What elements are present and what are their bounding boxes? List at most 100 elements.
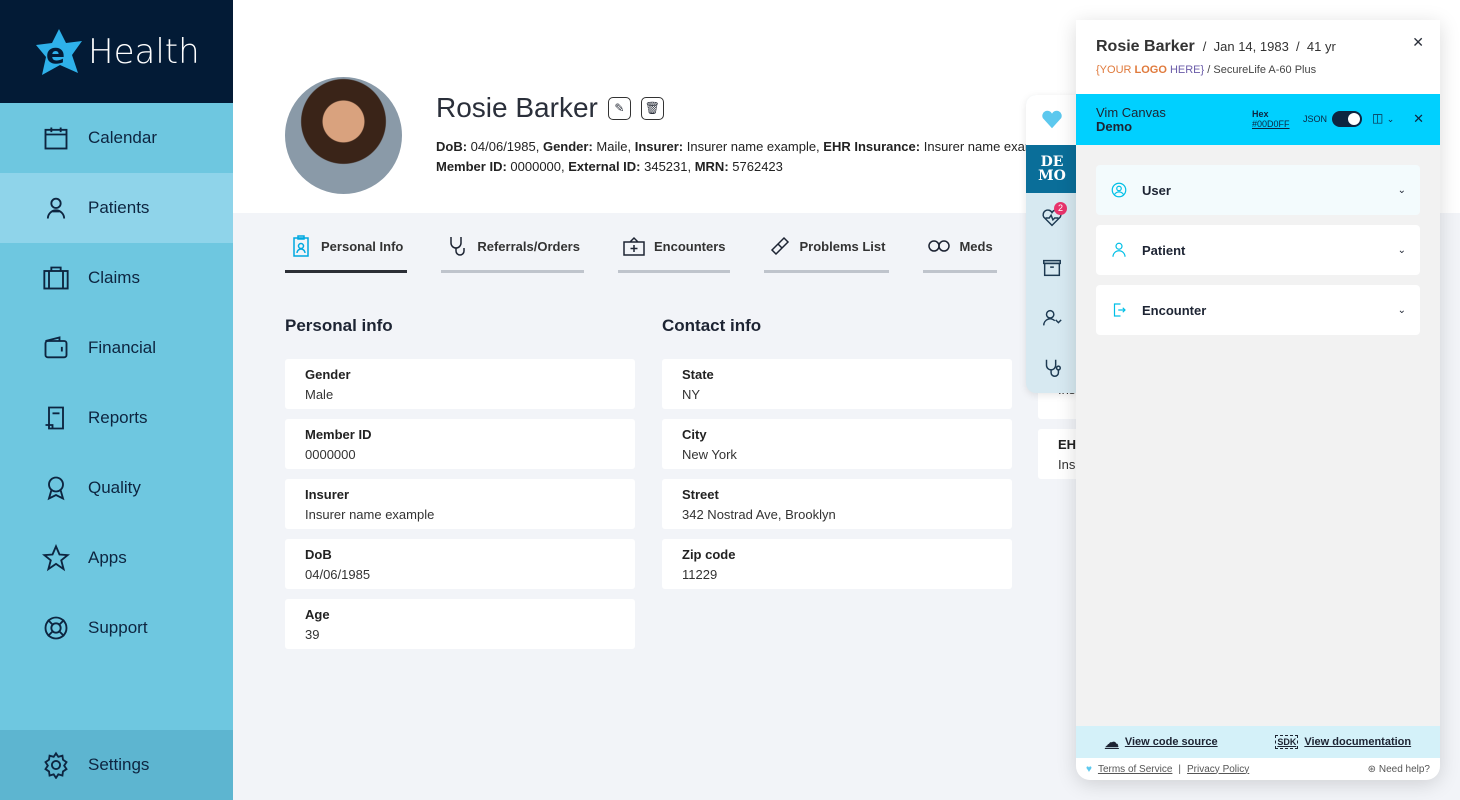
users-button[interactable]: [1026, 293, 1078, 343]
link-label: View documentation: [1304, 736, 1412, 748]
field-label: EH: [1058, 437, 1077, 452]
vim-canvas-panel: Rosie Barker / Jan 14, 1983 / 41 yr {YOU…: [1076, 20, 1440, 780]
heart-monitor-button[interactable]: 2: [1026, 193, 1078, 243]
field-value: 342 Nostrad Ave, Brooklyn: [682, 507, 836, 522]
lifebuoy-icon: [44, 616, 68, 640]
sidebar-item-label: Apps: [88, 548, 127, 567]
sidebar-item-label: Quality: [88, 478, 141, 497]
sidebar-item-patients[interactable]: Patients: [0, 173, 233, 243]
panel-footer: ♥ Terms of Service | Privacy Policy ⊛ Nee…: [1076, 758, 1440, 780]
sidebar-item-calendar[interactable]: Calendar: [0, 103, 233, 173]
field-value: Male: [305, 387, 334, 402]
sidebar-item-label: Support: [88, 618, 148, 637]
star-icon: [42, 544, 70, 572]
sidebar-item-quality[interactable]: Quality: [0, 453, 233, 523]
panel-age: 41 yr: [1306, 39, 1336, 54]
pills-icon: [928, 240, 951, 252]
meta-label: MRN:: [694, 159, 729, 174]
panel-plan: / SecureLife A-60 Plus: [1207, 64, 1317, 76]
meta-value: 04/06/1985,: [467, 139, 543, 154]
hex-value-link[interactable]: #00D0FF: [1252, 119, 1290, 129]
svg-text:e: e: [46, 37, 65, 70]
panel-patient-name: Rosie Barker: [1096, 38, 1195, 55]
field-label: Zip code: [682, 547, 736, 562]
field-label: City: [682, 427, 707, 442]
box-icon: [1043, 259, 1061, 277]
app-subtitle: Demo: [1096, 118, 1133, 134]
sidebar-item-support[interactable]: Support: [0, 593, 233, 663]
notification-badge: 2: [1054, 202, 1067, 215]
calendar-icon: [44, 127, 68, 150]
field-value: 0000000: [305, 447, 356, 462]
accordion-patient[interactable]: Patient ⌄: [1096, 225, 1420, 275]
tab-label: Referrals/Orders: [477, 238, 580, 254]
field-value: 39: [305, 627, 320, 642]
patient-avatar: [285, 77, 402, 194]
field-card: State NY: [662, 359, 1012, 409]
stethoscope-button[interactable]: [1026, 343, 1078, 393]
close-app-icon[interactable]: ✕: [1413, 111, 1424, 127]
sidebar-item-reports[interactable]: Reports: [0, 383, 233, 453]
chevron-down-icon: ⌄: [1397, 184, 1406, 196]
tab-referrals-orders[interactable]: Referrals/Orders: [441, 232, 584, 273]
patient-name-row: Rosie Barker ✎ 🗑: [436, 92, 664, 124]
meta-value: 345231,: [640, 159, 695, 174]
meta-value: 0000000,: [506, 159, 569, 174]
tab-encounters[interactable]: Encounters: [617, 232, 730, 273]
meta-value: 5762423: [728, 159, 783, 174]
tab-label: Meds: [959, 238, 993, 254]
field-card: Zip code 11229: [662, 539, 1012, 589]
view-documentation-link[interactable]: SDK View documentation: [1275, 735, 1411, 749]
need-help-link[interactable]: ⊛ Need help?: [1368, 764, 1430, 775]
privacy-link[interactable]: Privacy Policy: [1187, 764, 1249, 775]
tab-problems-list[interactable]: Problems List: [763, 232, 890, 273]
patient-meta: DoB: 04/06/1985, Gender: Maile, Insurer:…: [436, 137, 1026, 177]
tab-meds[interactable]: Meds: [923, 232, 997, 273]
close-icon[interactable]: ✕: [1412, 34, 1424, 51]
sidebar-item-label: Settings: [88, 755, 150, 774]
ehealth-logo[interactable]: e Health: [0, 0, 233, 103]
field-value: Insurer name example: [305, 507, 435, 522]
sidebar-item-claims[interactable]: Claims: [0, 243, 233, 313]
box-button[interactable]: [1026, 243, 1078, 293]
sidebar-item-label: Patients: [88, 198, 150, 217]
sidebar-item-settings[interactable]: Settings: [0, 730, 233, 800]
terms-link[interactable]: Terms of Service: [1098, 764, 1172, 775]
field-label: Member ID: [305, 427, 372, 442]
help-label: Need help?: [1378, 763, 1430, 775]
layout-dropdown[interactable]: ◫ ⌄: [1372, 111, 1394, 125]
demo-app-button[interactable]: DE MO: [1026, 145, 1078, 193]
vim-heart-icon: ♥: [1086, 763, 1092, 775]
edit-button[interactable]: ✎: [607, 96, 631, 120]
accordion-label: Patient: [1142, 242, 1186, 258]
tab-label: Problems List: [799, 238, 886, 254]
sidebar: e Health Calendar Patients Claims Financial…: [0, 0, 233, 800]
split-view-icon: ◫: [1372, 111, 1384, 125]
panel-header: Rosie Barker / Jan 14, 1983 / 41 yr {YOU…: [1076, 20, 1440, 94]
meta-label: Gender:: [542, 139, 593, 154]
sidebar-item-label: Reports: [88, 408, 148, 427]
app-bar: Vim Canvas Demo Hex #00D0FF JSON ◫ ⌄ ✕: [1076, 94, 1440, 145]
tab-bar: Personal Info Referrals/Orders Encounters P…: [285, 232, 997, 273]
meta-value: Insurer name example: [923, 139, 1026, 154]
sidebar-item-financial[interactable]: Financial: [0, 313, 233, 383]
field-value: 11229: [682, 567, 718, 582]
logo-placeholder-close: HERE}: [1166, 64, 1205, 76]
vim-heart-button[interactable]: [1026, 95, 1078, 145]
json-toggle[interactable]: [1332, 111, 1362, 127]
tab-personal-info[interactable]: Personal Info: [285, 232, 408, 273]
view-code-source-link[interactable]: ☁ View code source: [1105, 734, 1218, 751]
accordion-label: User: [1142, 182, 1171, 198]
accordion-user[interactable]: User ⌄: [1096, 165, 1420, 215]
stethoscope-icon: [450, 237, 466, 256]
accordion-encounter[interactable]: Encounter ⌄: [1096, 285, 1420, 335]
delete-button[interactable]: 🗑: [640, 96, 664, 120]
panel-links: ☁ View code source SDK View documentation: [1076, 726, 1440, 758]
sidebar-item-apps[interactable]: Apps: [0, 523, 233, 593]
chevron-down-icon: ⌄: [1397, 304, 1406, 316]
flower-logo-icon: e: [36, 28, 82, 75]
patient-icon: [46, 197, 66, 219]
lifebuoy-icon: ⊛: [1367, 763, 1377, 775]
app-name: Vim Canvas: [1096, 104, 1166, 120]
accordion-label: Encounter: [1142, 302, 1207, 318]
